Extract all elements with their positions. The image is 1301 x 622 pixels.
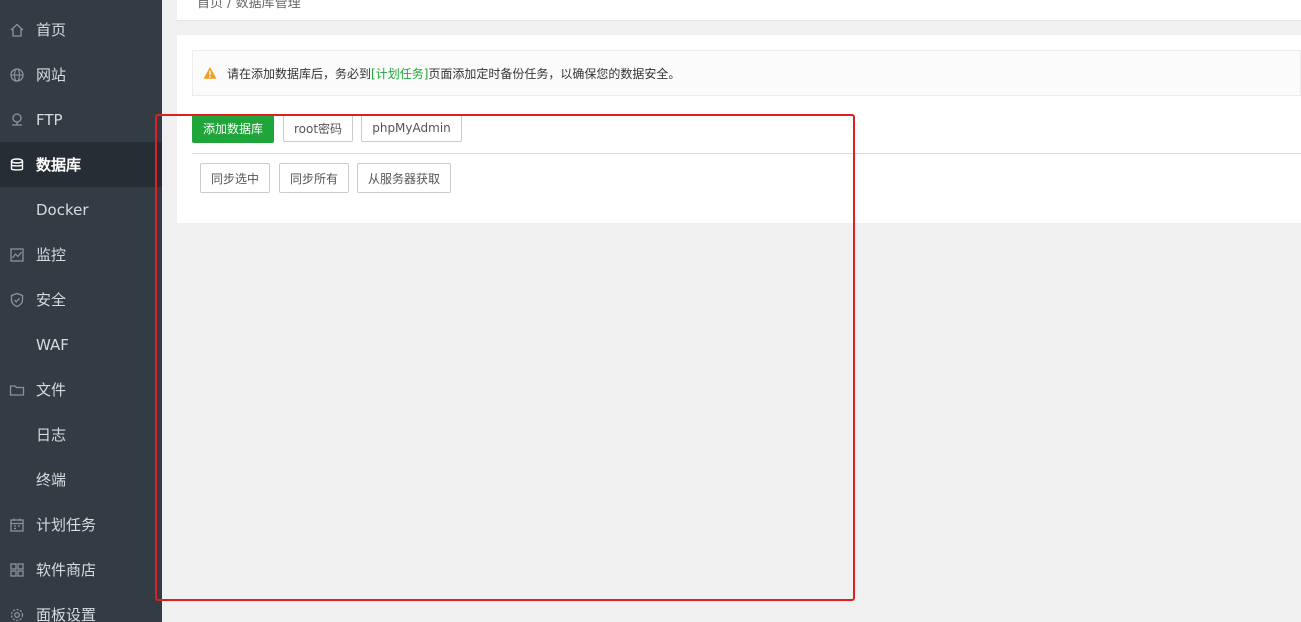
- monitor-icon: [9, 247, 25, 263]
- sidebar-item-label: 软件商店: [36, 561, 97, 579]
- cron-task-link[interactable]: [计划任务]: [371, 65, 428, 82]
- sidebar-item-app-store[interactable]: 软件商店: [0, 547, 162, 592]
- warning-icon: [203, 67, 217, 79]
- shield-icon: [9, 292, 25, 308]
- sidebar-item-label: 监控: [36, 246, 67, 264]
- highlight-box: [155, 114, 855, 601]
- sidebar-item-label: 数据库: [36, 156, 82, 174]
- sidebar-item-label: FTP: [36, 110, 63, 129]
- sidebar: 首页 网站 FTP 数据库 Docker 监控 安全 WAF 文件 日志 终端 …: [0, 0, 162, 622]
- calendar-icon: [9, 517, 25, 533]
- database-icon: [9, 157, 25, 173]
- sidebar-item-label: 日志: [36, 426, 67, 444]
- sidebar-item-label: Docker: [36, 200, 89, 219]
- notice-text-after: 页面添加定时备份任务，以确保您的数据安全。: [428, 66, 681, 81]
- sidebar-item-logs[interactable]: 日志: [0, 412, 162, 457]
- sidebar-item-label: 计划任务: [36, 516, 97, 534]
- sidebar-item-label: 网站: [36, 66, 67, 84]
- sidebar-item-monitor[interactable]: 监控: [0, 232, 162, 277]
- sidebar-item-docker[interactable]: Docker: [0, 187, 162, 232]
- sidebar-item-terminal[interactable]: 终端: [0, 457, 162, 502]
- folder-icon: [9, 382, 25, 398]
- home-icon: [9, 22, 25, 38]
- sidebar-item-database[interactable]: 数据库: [0, 142, 162, 187]
- notice-text-before: 请在添加数据库后，务必到: [227, 66, 372, 81]
- sidebar-item-label: 面板设置: [36, 606, 97, 622]
- ftp-icon: [9, 112, 25, 128]
- sidebar-item-waf[interactable]: WAF: [0, 322, 162, 367]
- sidebar-item-website[interactable]: 网站: [0, 52, 162, 97]
- sidebar-item-label: 文件: [36, 381, 67, 399]
- sidebar-item-label: 首页: [36, 21, 67, 39]
- sidebar-item-label: WAF: [36, 335, 69, 354]
- globe-icon: [9, 67, 25, 83]
- sidebar-item-settings[interactable]: 面板设置: [0, 592, 162, 622]
- sidebar-item-label: 安全: [36, 291, 67, 309]
- sidebar-item-home[interactable]: 首页: [0, 7, 162, 52]
- sidebar-item-security[interactable]: 安全: [0, 277, 162, 322]
- sidebar-item-files[interactable]: 文件: [0, 367, 162, 412]
- gear-icon: [9, 607, 25, 622]
- breadcrumb: 首页 / 数据库管理: [197, 0, 301, 11]
- breadcrumb-bar: 首页 / 数据库管理: [177, 0, 1301, 21]
- sidebar-item-ftp[interactable]: FTP: [0, 97, 162, 142]
- grid-icon: [9, 562, 25, 578]
- sidebar-item-cron[interactable]: 计划任务: [0, 502, 162, 547]
- backup-notice: 请在添加数据库后，务必到 [计划任务] 页面添加定时备份任务，以确保您的数据安全。: [192, 50, 1301, 96]
- sidebar-item-label: 终端: [36, 471, 67, 489]
